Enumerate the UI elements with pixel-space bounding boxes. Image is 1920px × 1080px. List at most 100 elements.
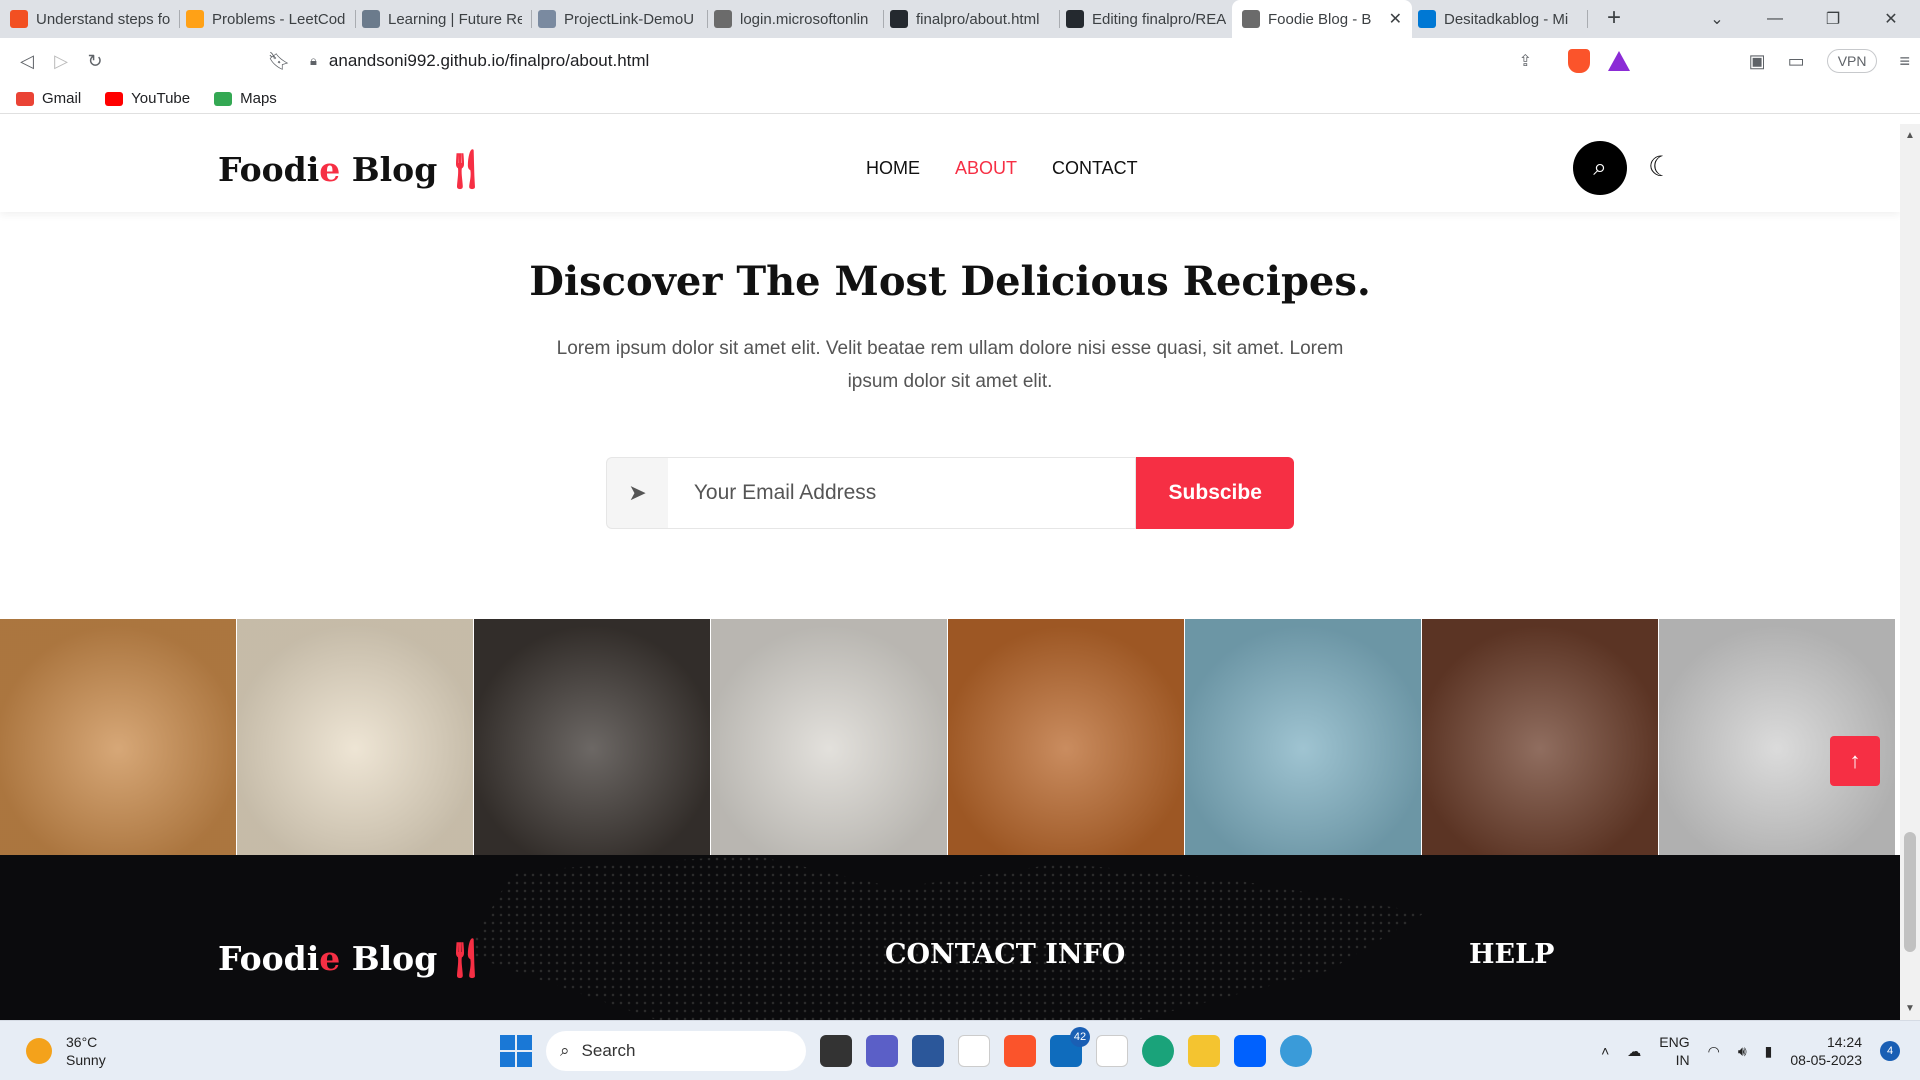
bookmark-label: Gmail bbox=[42, 90, 82, 107]
browser-tab[interactable]: ProjectLink-DemoU bbox=[528, 0, 708, 38]
browser-tab[interactable]: finalpro/about.html bbox=[880, 0, 1060, 38]
panna-cotta-image bbox=[237, 619, 474, 855]
browser-tab[interactable]: Foodie Blog - B ✕ bbox=[1232, 0, 1412, 38]
browser-tab[interactable]: Learning | Future Re bbox=[352, 0, 532, 38]
tab-favicon-icon bbox=[1418, 10, 1436, 28]
teams-icon[interactable] bbox=[866, 1035, 898, 1067]
close-window-button[interactable]: ✕ bbox=[1862, 9, 1920, 29]
sidebar-icon[interactable]: ▣ bbox=[1749, 51, 1766, 72]
nav-contact[interactable]: CONTACT bbox=[1052, 158, 1138, 179]
site-footer: Foodi e Blog 🍴︎ CONTACT INFO HELP bbox=[0, 855, 1900, 1020]
tab-title: login.microsoftonlin bbox=[740, 10, 869, 28]
search-icon: ⌕ bbox=[1593, 154, 1607, 181]
logo-text-tail: Blog bbox=[340, 149, 438, 189]
tab-favicon-icon bbox=[10, 10, 28, 28]
weather-widget[interactable]: 36°C Sunny bbox=[26, 1033, 106, 1069]
wallet-icon[interactable]: ▭ bbox=[1788, 51, 1805, 72]
url-text: anandsoni992.github.io/finalpro/about.ht… bbox=[328, 51, 650, 70]
mail-icon[interactable]: 42 bbox=[1050, 1027, 1090, 1067]
vpn-button[interactable]: VPN bbox=[1826, 49, 1878, 73]
bookmark-maps[interactable]: Maps bbox=[214, 90, 277, 107]
email-input[interactable] bbox=[667, 457, 1137, 529]
amazon-icon[interactable] bbox=[958, 1035, 990, 1067]
chevron-up-icon[interactable]: ˄ bbox=[1601, 1043, 1609, 1059]
chocolate-mousse-image bbox=[1422, 619, 1659, 855]
tab-title: Problems - LeetCod bbox=[212, 10, 346, 28]
bookmark-label: Maps bbox=[240, 90, 277, 107]
windows-start-icon[interactable] bbox=[500, 1035, 532, 1067]
scroll-down-icon[interactable]: ▼ bbox=[1905, 1003, 1915, 1014]
tab-favicon-icon bbox=[186, 10, 204, 28]
file-explorer-icon[interactable] bbox=[1188, 1035, 1220, 1067]
reload-icon[interactable]: ↻ bbox=[78, 51, 112, 72]
window-controls: ⌄ — ❐ ✕ bbox=[1688, 0, 1920, 38]
search-button[interactable]: ⌕ bbox=[1573, 141, 1627, 195]
brave-taskbar-icon[interactable] bbox=[1004, 1035, 1036, 1067]
taskbar-search-icon: ⌕ bbox=[560, 1041, 570, 1060]
brave-rewards-icon[interactable] bbox=[1608, 51, 1630, 71]
bookmark-gmail[interactable]: Gmail bbox=[16, 90, 81, 107]
notification-badge[interactable]: 4 bbox=[1880, 1041, 1900, 1061]
browser-tab[interactable]: Problems - LeetCod bbox=[176, 0, 356, 38]
wifi-icon[interactable]: ◠ bbox=[1708, 1043, 1720, 1060]
subscribe-button[interactable]: Subscibe bbox=[1136, 457, 1294, 529]
forward-icon[interactable]: ▷ bbox=[44, 51, 78, 72]
footer-logo[interactable]: Foodi e Blog 🍴︎ bbox=[218, 935, 490, 981]
browser-tab[interactable]: Editing finalpro/REA bbox=[1056, 0, 1236, 38]
address-bar[interactable]: 🔒︎ anandsoni992.github.io/finalpro/about… bbox=[296, 43, 1546, 79]
dropbox-icon[interactable] bbox=[1234, 1035, 1266, 1067]
minimize-button[interactable]: — bbox=[1746, 10, 1804, 28]
raspberry-cake-image bbox=[474, 619, 711, 855]
azure-icon[interactable] bbox=[1096, 1035, 1128, 1067]
bookmark-youtube[interactable]: YouTube bbox=[105, 90, 190, 107]
bookmark-icon[interactable]: 🔖︎ bbox=[262, 51, 296, 72]
browser-tab[interactable]: Understand steps fo bbox=[0, 0, 180, 38]
store-icon[interactable] bbox=[912, 1035, 944, 1067]
battery-icon[interactable]: ▮ bbox=[1765, 1043, 1773, 1060]
tab-search-icon[interactable]: ⌄ bbox=[1688, 9, 1746, 29]
hero-title: Discover The Most Delicious Recipes. bbox=[529, 258, 1371, 305]
region: IN bbox=[1675, 1052, 1690, 1068]
taskbar-search[interactable]: ⌕ Search bbox=[546, 1031, 806, 1071]
page-scrollbar[interactable]: ▲ ▼ bbox=[1900, 124, 1920, 1020]
bookmark-label: YouTube bbox=[131, 90, 191, 107]
tab-favicon-icon bbox=[362, 10, 380, 28]
dark-mode-toggle-icon[interactable]: ☾ bbox=[1648, 150, 1673, 183]
nav-home[interactable]: HOME bbox=[866, 158, 920, 179]
task-view-icon[interactable] bbox=[820, 1035, 852, 1067]
share-icon[interactable]: ⇪ bbox=[1519, 51, 1532, 71]
back-to-top-button[interactable]: ↑ bbox=[1830, 736, 1880, 786]
menu-icon[interactable]: ≡ bbox=[1899, 51, 1910, 72]
browser-toolbar: ◁ ▷ ↻ 🔖︎ 🔒︎ anandsoni992.github.io/final… bbox=[0, 38, 1920, 84]
world-map-pattern bbox=[465, 855, 1425, 1020]
edge-icon[interactable] bbox=[1142, 1035, 1174, 1067]
browser-tab[interactable]: Desitadkablog - Mi bbox=[1408, 0, 1588, 38]
tab-title: finalpro/about.html bbox=[916, 10, 1040, 28]
tab-favicon-icon bbox=[1066, 10, 1084, 28]
tab-title: Desitadkablog - Mi bbox=[1444, 10, 1569, 28]
nav-about[interactable]: ABOUT bbox=[955, 158, 1017, 179]
tab-close-icon[interactable]: ✕ bbox=[1389, 9, 1402, 29]
hero-text: Lorem ipsum dolor sit amet elit. Velit b… bbox=[556, 338, 1344, 392]
language[interactable]: ENG bbox=[1659, 1033, 1689, 1051]
clock-time[interactable]: 14:24 bbox=[1790, 1033, 1862, 1051]
site-logo[interactable]: Foodi e Blog 🍴︎ bbox=[218, 146, 490, 192]
pumpkin-soup-image bbox=[711, 619, 948, 855]
scrollbar-thumb[interactable] bbox=[1904, 832, 1916, 952]
tab-favicon-icon bbox=[890, 10, 908, 28]
tab-favicon-icon bbox=[714, 10, 732, 28]
brave-shields-icon[interactable] bbox=[1568, 49, 1590, 73]
tab-favicon-icon bbox=[538, 10, 556, 28]
restore-button[interactable]: ❐ bbox=[1804, 9, 1862, 29]
subscribe-form: ➤ Subscibe bbox=[606, 457, 1294, 529]
scroll-up-icon[interactable]: ▲ bbox=[1905, 130, 1915, 141]
browser-tab[interactable]: login.microsoftonlin bbox=[704, 0, 884, 38]
tab-title: Understand steps fo bbox=[36, 10, 170, 28]
onedrive-icon[interactable]: ☁ bbox=[1627, 1043, 1641, 1060]
volume-icon[interactable]: 🔊︎ bbox=[1738, 1043, 1747, 1060]
new-tab-button[interactable]: + bbox=[1595, 4, 1633, 32]
back-icon[interactable]: ◁ bbox=[10, 51, 44, 72]
lock-icon: 🔒︎ bbox=[310, 53, 317, 68]
browser-globe-icon[interactable] bbox=[1280, 1035, 1312, 1067]
taskbar-apps: ⌕ Search 42 bbox=[500, 1027, 1312, 1071]
